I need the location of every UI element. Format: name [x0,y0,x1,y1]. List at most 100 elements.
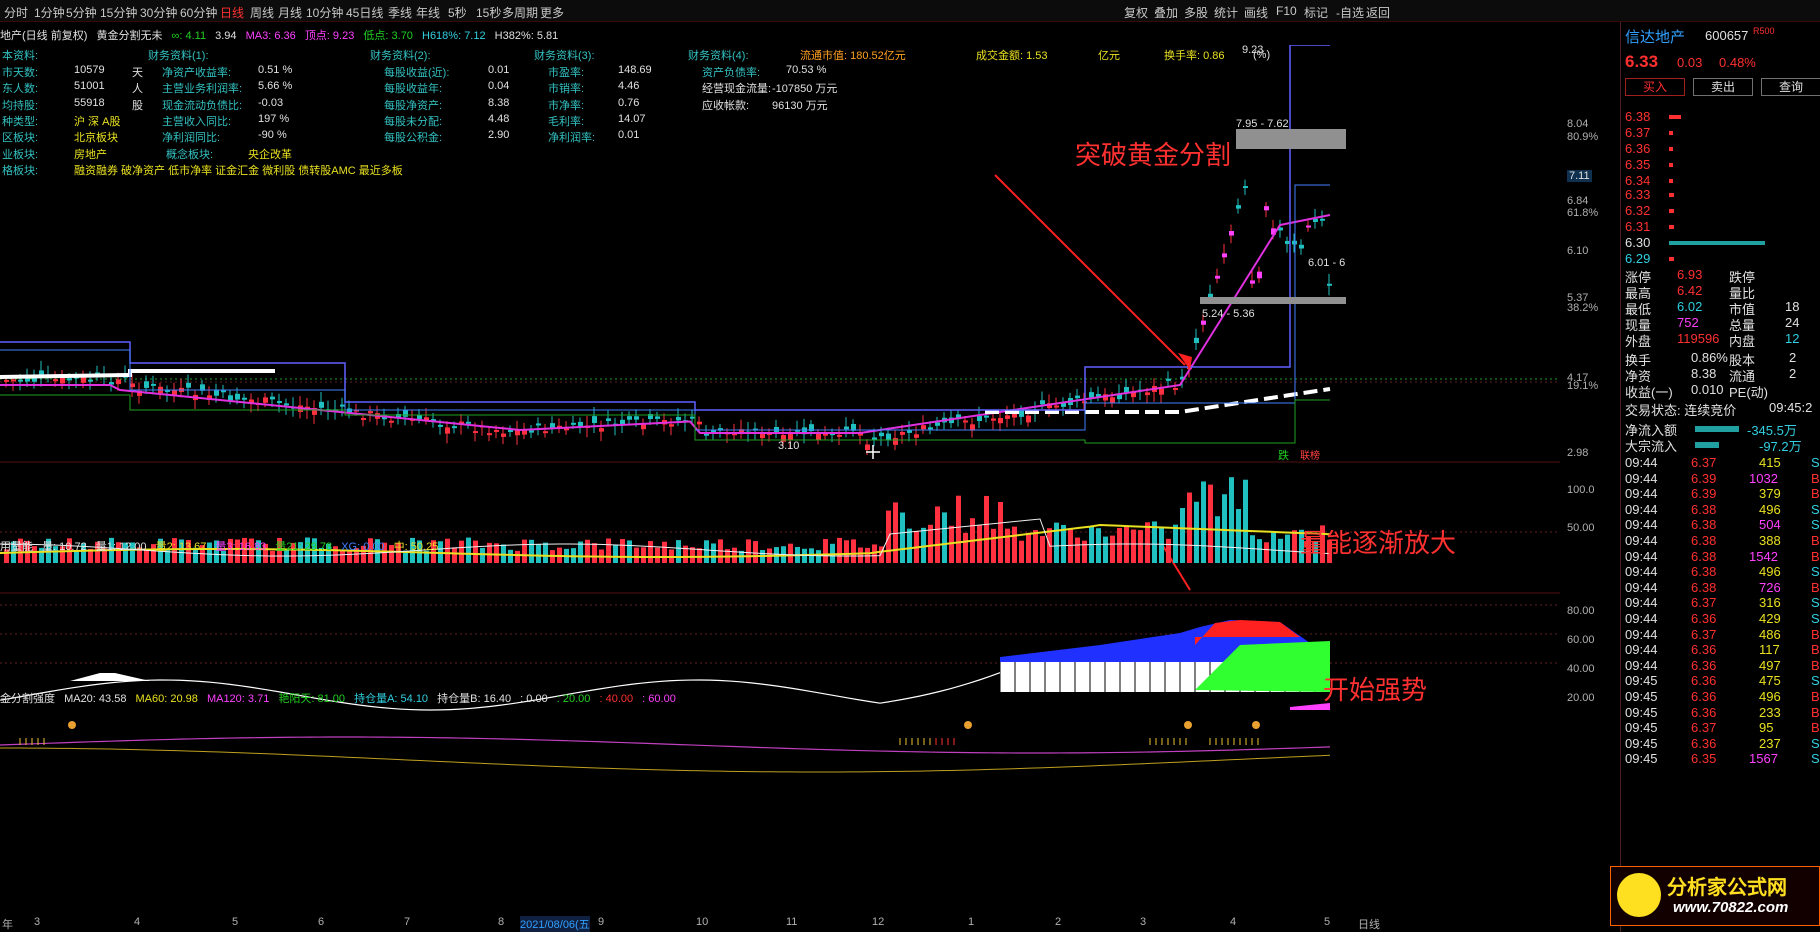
buy-button[interactable]: 买入 [1625,78,1685,96]
candle-body [886,433,891,441]
tick-vol: 726 [1759,579,1781,595]
toolbar-btn-2[interactable]: 多股 [1184,4,1208,21]
volume-bar [1159,528,1164,563]
stat-value: 8.38 [1691,366,1717,381]
annotation-strong: 开始强势 [1323,676,1428,706]
period-tab-10[interactable]: 45日线 [346,4,383,21]
candle-body [935,422,940,426]
period-tab-7[interactable]: 周线 [250,4,274,21]
ask-bar [1669,131,1673,135]
toolbar-btn-1[interactable]: 叠加 [1154,4,1178,21]
toolbar-btn-4[interactable]: 画线 [1244,4,1268,21]
volume-bar [543,542,548,563]
toolbar-btn-3[interactable]: 统计 [1214,4,1238,21]
vol-g: 中: 50.25 [393,541,439,553]
period-tab-16[interactable]: 更多 [540,4,564,21]
period-tab-9[interactable]: 10分钟 [306,4,343,21]
tick-side: S [1811,501,1820,517]
candle-body [1250,280,1255,284]
stat-value: 2 [1789,350,1797,365]
volume-bar [984,495,989,563]
tick-side: S [1811,455,1820,470]
toolbar-btn-6[interactable]: 标记 [1304,4,1328,21]
volume-bar [515,550,520,563]
volume-bar [606,538,611,563]
tick-price: 6.36 [1691,689,1717,704]
candle-body [529,430,534,433]
period-tab-4[interactable]: 30分钟 [140,4,177,21]
stat-label: 外盘 [1625,334,1652,349]
volume-bar [1215,516,1220,563]
price-change: 0.03 [1677,55,1703,70]
volume-bar [963,532,968,563]
indicator-name[interactable]: 黄金分割无未 [96,30,162,42]
period-tab-3[interactable]: 15分钟 [100,4,137,21]
volume-bar [1082,540,1087,563]
candle-body [389,420,394,423]
toolbar-btn-5[interactable]: F10 [1276,4,1297,18]
candle-body [592,416,597,424]
volume-bar [858,547,863,563]
period-tab-8[interactable]: 月线 [278,4,302,21]
stat-label: PE(动) [1729,385,1769,400]
candle-body [697,421,702,425]
candle-body [1026,415,1031,423]
flow-bar [1695,426,1739,432]
tick-vol: 316 [1759,595,1781,611]
candle-body [487,433,492,436]
signal-marker [1252,721,1260,729]
volume-bar [1285,534,1290,563]
volume-bar [529,539,534,563]
toolbar-btn-8[interactable]: 返回 [1366,4,1390,21]
tick-time: 09:44 [1625,626,1658,642]
tick-price: 6.35 [1691,751,1717,767]
annotation-golden-break: 突破黄金分割 [1075,141,1232,171]
period-tab-15[interactable]: 多周期 [502,4,538,21]
period-tab-1[interactable]: 1分钟 [34,4,65,21]
stat-value: 0.010 [1691,382,1724,397]
period-tab-2[interactable]: 5分钟 [66,4,97,21]
axis-label: 6.84 [1567,195,1589,207]
stat-value: 2 [1789,366,1797,381]
tick-side: B [1811,626,1820,642]
sell-button[interactable]: 卖出 [1693,78,1753,96]
period-tab-12[interactable]: 年线 [416,4,440,21]
tick-side: B [1811,548,1820,564]
tick-price: 6.38 [1691,579,1717,595]
stat-label: 收益(一) [1625,385,1673,400]
tick-price: 6.36 [1691,673,1717,689]
tick-price: 6.38 [1691,533,1717,548]
query-button[interactable]: 查询 [1761,78,1820,96]
volume-bar [1117,527,1122,563]
candle-body [242,397,247,400]
candle-body [263,397,268,403]
x-tick: 8 [498,916,505,928]
period-tab-6[interactable]: 日线 [220,4,244,21]
vol-axis-label: 100.0 [1567,484,1595,496]
value-2: 3.94 [215,30,237,42]
period-tab-5[interactable]: 60分钟 [180,4,217,21]
logo-url: www.70822.com [1673,899,1789,916]
candle-body [543,431,548,434]
stat-value: 18 [1785,299,1800,314]
trade-state: 交易状态: 连续竞价 [1625,403,1737,418]
volume-bar [634,547,639,563]
axis-label: 2.98 [1567,447,1589,459]
candle-body [4,379,9,382]
bid-bar [1669,225,1674,229]
toolbar-btn-7[interactable]: -自选 [1336,4,1364,21]
tick-price: 6.36 [1691,704,1717,720]
bid-bar [1669,241,1765,245]
volume-bar [466,537,471,563]
tick-time: 09:45 [1625,704,1658,720]
period-tab-13[interactable]: 5秒 [448,4,467,21]
period-tab-11[interactable]: 季线 [388,4,412,21]
stock-code: 600657 [1705,28,1749,43]
candle-body [361,418,366,421]
kline-chart[interactable]: 7.95 - 7.62 5.24 - 5.36 6.01 - 6 9.23 3.10 跌联… [0,45,1560,915]
ind-axis-label: 20.00 [1567,692,1595,704]
period-tab-14[interactable]: 15秒 [476,4,501,21]
toolbar-btn-0[interactable]: 复权 [1124,4,1148,21]
volume-bar [613,544,618,563]
period-tab-0[interactable]: 分时 [4,4,28,21]
